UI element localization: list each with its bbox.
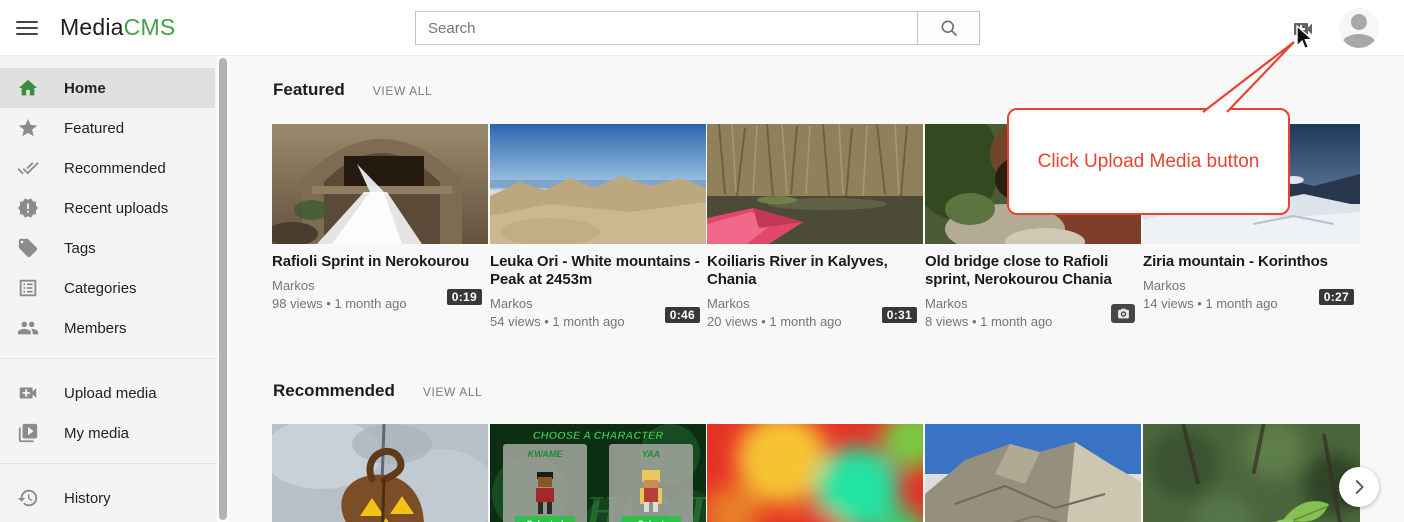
media-title[interactable]: Leuka Ori - White mountains - Peak at 24… bbox=[490, 253, 706, 289]
sidebar-item-label: Recent uploads bbox=[64, 200, 168, 217]
duration-badge: 0:46 bbox=[665, 307, 700, 323]
mediacms-app: MediaCMS Home Featured bbox=[0, 0, 1404, 522]
featured-view-all-link[interactable]: VIEW ALL bbox=[373, 84, 433, 98]
sidebar-item-label: Recommended bbox=[64, 160, 166, 177]
search-input[interactable] bbox=[415, 11, 917, 45]
thumbnail-fountain-waterfall[interactable] bbox=[272, 124, 488, 244]
thumbnail-image bbox=[272, 424, 488, 522]
section-title: Featured bbox=[273, 80, 345, 100]
sidebar-divider bbox=[0, 463, 217, 464]
sidebar-item-tags[interactable]: Tags bbox=[0, 228, 215, 268]
sidebar-item-categories[interactable]: Categories bbox=[0, 268, 215, 308]
top-bar: MediaCMS bbox=[0, 0, 1404, 56]
done-all-icon bbox=[17, 157, 39, 179]
sidebar-item-recommended[interactable]: Recommended bbox=[0, 148, 215, 188]
sidebar-item-label: Categories bbox=[64, 280, 137, 297]
media-title[interactable]: Koiliaris River in Kalyves, Chania bbox=[707, 253, 923, 289]
categories-icon bbox=[17, 277, 39, 299]
star-icon bbox=[17, 117, 39, 139]
sidebar-item-history[interactable]: History bbox=[0, 478, 215, 518]
new-releases-icon bbox=[17, 197, 39, 219]
sidebar-item-home[interactable]: Home bbox=[0, 68, 215, 108]
media-card: 0:19 Rafioli Sprint in Nerokourou Markos… bbox=[272, 124, 488, 311]
thumbnail-pumpkin-cartoon[interactable] bbox=[272, 424, 488, 522]
duration-badge: 0:27 bbox=[1319, 289, 1354, 305]
media-card: 0:31 Koiliaris River in Kalyves, Chania … bbox=[707, 124, 923, 329]
thumbnail-rocky-mountain[interactable] bbox=[925, 424, 1141, 522]
media-meta: 8 views • 1 month ago bbox=[925, 314, 1141, 329]
sidebar-item-label: Tags bbox=[64, 240, 96, 257]
image-type-badge bbox=[1111, 304, 1135, 323]
annotation-callout: Click Upload Media button bbox=[1007, 108, 1290, 215]
sidebar-item-label: Members bbox=[64, 320, 127, 337]
menu-icon[interactable] bbox=[16, 17, 38, 39]
media-title[interactable]: Old bridge close to Rafioli sprint, Nero… bbox=[925, 253, 1141, 289]
video-upload-icon bbox=[1291, 17, 1315, 41]
media-card: HUNT CHOOSE A CHARACTER KWAME YAA bbox=[490, 424, 706, 522]
thumbnail-white-mountains[interactable] bbox=[490, 124, 706, 244]
search-icon bbox=[939, 18, 959, 38]
home-icon bbox=[17, 77, 39, 99]
thumbnail-image bbox=[707, 124, 923, 244]
app-logo[interactable]: MediaCMS bbox=[60, 14, 175, 41]
sidebar-item-upload-media[interactable]: Upload media bbox=[0, 373, 215, 413]
featured-section-header: Featured VIEW ALL bbox=[273, 80, 432, 100]
recommended-view-all-link[interactable]: VIEW ALL bbox=[423, 385, 483, 399]
scrollbar-thumb[interactable] bbox=[219, 58, 227, 520]
search-button[interactable] bbox=[917, 11, 980, 45]
sidebar-item-label: Upload media bbox=[64, 385, 157, 402]
duration-badge: 0:19 bbox=[447, 289, 482, 305]
camera-icon bbox=[1117, 307, 1130, 320]
thumbnail-colorful-abstract[interactable] bbox=[707, 424, 923, 522]
game-character-name-right: YAA bbox=[642, 449, 660, 459]
media-card bbox=[707, 424, 923, 522]
user-avatar[interactable] bbox=[1339, 8, 1379, 48]
sidebar-item-label: My media bbox=[64, 425, 129, 442]
video-library-icon bbox=[17, 422, 39, 444]
chevron-right-icon bbox=[1348, 476, 1370, 498]
sidebar-item-my-media[interactable]: My media bbox=[0, 413, 215, 453]
thumbnail-image bbox=[707, 424, 923, 522]
logo-cms: CMS bbox=[124, 14, 176, 40]
thumbnail-image bbox=[490, 124, 706, 244]
media-card bbox=[1143, 424, 1360, 522]
history-icon bbox=[17, 487, 39, 509]
video-call-icon bbox=[17, 382, 39, 404]
annotation-text: Click Upload Media button bbox=[1038, 151, 1260, 173]
game-heading-text: CHOOSE A CHARACTER bbox=[533, 430, 664, 442]
sidebar: Home Featured Recommended Recent uploads… bbox=[0, 56, 217, 522]
media-card bbox=[925, 424, 1141, 522]
thumbnail-green-leaves[interactable] bbox=[1143, 424, 1360, 522]
upload-media-button[interactable] bbox=[1291, 17, 1315, 41]
sidebar-divider bbox=[0, 358, 217, 359]
search-bar bbox=[415, 11, 980, 45]
sidebar-item-label: Home bbox=[64, 80, 106, 97]
media-card: 0:46 Leuka Ori - White mountains - Peak … bbox=[490, 124, 706, 329]
thumbnail-image bbox=[925, 424, 1141, 522]
media-author[interactable]: Markos bbox=[925, 296, 1141, 311]
thumbnail-image bbox=[272, 124, 488, 244]
tag-icon bbox=[17, 237, 39, 259]
thumbnail-image bbox=[1143, 424, 1360, 522]
media-card bbox=[272, 424, 488, 522]
sidebar-item-members[interactable]: Members bbox=[0, 308, 215, 348]
recommended-section-header: Recommended VIEW ALL bbox=[273, 381, 482, 401]
sidebar-item-label: History bbox=[64, 490, 111, 507]
sidebar-item-label: Featured bbox=[64, 120, 124, 137]
thumbnail-game-character-select[interactable]: HUNT CHOOSE A CHARACTER KWAME YAA bbox=[490, 424, 706, 522]
sidebar-item-featured[interactable]: Featured bbox=[0, 108, 215, 148]
logo-media: Media bbox=[60, 14, 124, 40]
sidebar-item-recent-uploads[interactable]: Recent uploads bbox=[0, 188, 215, 228]
sidebar-scrollbar[interactable] bbox=[217, 56, 229, 522]
thumbnail-koiliaris-river[interactable] bbox=[707, 124, 923, 244]
game-character-name-left: KWAME bbox=[528, 449, 563, 459]
media-title[interactable]: Ziria mountain - Korinthos bbox=[1143, 253, 1360, 271]
media-title[interactable]: Rafioli Sprint in Nerokourou bbox=[272, 253, 488, 271]
members-icon bbox=[17, 317, 39, 339]
section-title: Recommended bbox=[273, 381, 395, 401]
carousel-next-button[interactable] bbox=[1339, 467, 1379, 507]
person-icon bbox=[1339, 8, 1379, 48]
duration-badge: 0:31 bbox=[882, 307, 917, 323]
thumbnail-image: HUNT CHOOSE A CHARACTER KWAME YAA bbox=[490, 424, 706, 522]
